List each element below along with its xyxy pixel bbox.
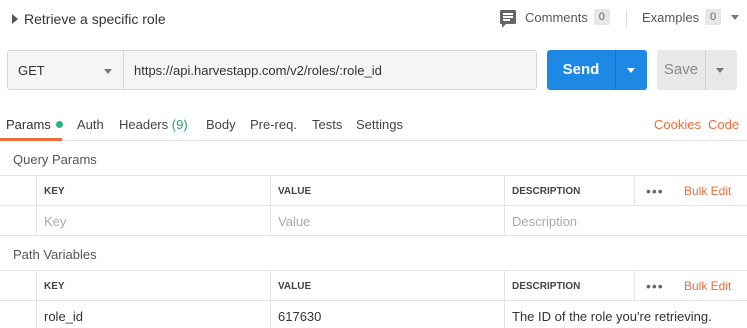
- url-value: https://api.harvestapp.com/v2/roles/:rol…: [134, 63, 382, 78]
- chevron-down-icon: [716, 68, 724, 73]
- save-button-group: Save: [657, 50, 737, 90]
- comment-icon: [500, 10, 516, 28]
- method-value: GET: [18, 63, 45, 78]
- more-options-icon[interactable]: •••: [646, 278, 664, 294]
- table-row: Key Value Description: [0, 206, 747, 236]
- table-row: role_id 617630 The ID of the role you're…: [0, 301, 747, 328]
- chevron-down-icon: [627, 68, 635, 73]
- bulk-edit-button[interactable]: Bulk Edit: [684, 184, 731, 198]
- active-tab-underline: [0, 138, 62, 141]
- path-variables-table: KEY VALUE DESCRIPTION ••• Bulk Edit role…: [0, 270, 747, 328]
- query-params-table: KEY VALUE DESCRIPTION ••• Bulk Edit Key …: [0, 175, 747, 236]
- column-header-description: DESCRIPTION: [504, 176, 634, 205]
- column-header-value: VALUE: [270, 271, 504, 300]
- active-indicator-dot: [55, 121, 63, 128]
- tab-body[interactable]: Body: [206, 117, 236, 132]
- table-header-row: KEY VALUE DESCRIPTION ••• Bulk Edit: [0, 271, 747, 301]
- save-button[interactable]: Save: [657, 50, 705, 90]
- send-button-group: Send: [547, 50, 647, 90]
- send-button[interactable]: Send: [547, 50, 615, 90]
- tab-params-label: Params: [6, 117, 51, 132]
- column-header-description: DESCRIPTION: [504, 271, 634, 300]
- request-title-bar: Retrieve a specific role Comments 0 Exam…: [0, 0, 747, 38]
- tab-auth[interactable]: Auth: [77, 117, 104, 132]
- description-input[interactable]: Description: [504, 206, 747, 235]
- table-header-row: KEY VALUE DESCRIPTION ••• Bulk Edit: [0, 176, 747, 206]
- tab-settings[interactable]: Settings: [356, 117, 403, 132]
- tab-tests[interactable]: Tests: [312, 117, 342, 132]
- tab-headers-label: Headers: [119, 117, 169, 132]
- tab-headers[interactable]: Headers (9): [119, 117, 188, 132]
- bulk-edit-button[interactable]: Bulk Edit: [684, 279, 731, 293]
- examples-label: Examples: [642, 9, 700, 25]
- comments-count-badge: 0: [593, 9, 610, 25]
- description-input[interactable]: The ID of the role you're retrieving.: [504, 301, 747, 328]
- table-actions-cell: ••• Bulk Edit: [634, 176, 747, 205]
- chevron-down-icon: [104, 69, 112, 74]
- value-input[interactable]: Value: [270, 206, 504, 235]
- method-select[interactable]: GET: [8, 51, 124, 89]
- column-header-key: KEY: [36, 271, 270, 300]
- path-variables-title: Path Variables: [13, 247, 97, 262]
- cookies-link[interactable]: Cookies: [654, 117, 701, 132]
- comments-label: Comments: [525, 9, 588, 25]
- chevron-down-icon: [731, 14, 740, 20]
- request-tabs: Params Auth Headers (9) Body Pre-req. Te…: [0, 109, 747, 141]
- save-options-dropdown[interactable]: [706, 50, 737, 90]
- request-name[interactable]: Retrieve a specific role: [24, 11, 166, 27]
- comments-button[interactable]: Comments 0: [500, 9, 610, 28]
- column-header-value: VALUE: [270, 176, 504, 205]
- tab-params[interactable]: Params: [6, 117, 63, 132]
- collapse-triangle-icon[interactable]: [12, 14, 18, 24]
- tab-prereq[interactable]: Pre-req.: [250, 117, 297, 132]
- key-input[interactable]: Key: [36, 206, 270, 235]
- query-params-title: Query Params: [13, 152, 97, 167]
- request-bar: GET https://api.harvestapp.com/v2/roles/…: [7, 50, 537, 90]
- divider: [626, 10, 627, 28]
- more-options-icon[interactable]: •••: [646, 183, 664, 199]
- value-input[interactable]: 617630: [270, 301, 504, 328]
- table-actions-cell: ••• Bulk Edit: [634, 271, 747, 300]
- url-input[interactable]: https://api.harvestapp.com/v2/roles/:rol…: [124, 51, 536, 89]
- column-header-key: KEY: [36, 176, 270, 205]
- examples-dropdown[interactable]: Examples 0: [642, 9, 740, 25]
- examples-count-badge: 0: [705, 9, 722, 25]
- key-input[interactable]: role_id: [36, 301, 270, 328]
- code-link[interactable]: Code: [708, 117, 739, 132]
- headers-count: (9): [171, 117, 188, 132]
- send-options-dropdown[interactable]: [616, 50, 647, 90]
